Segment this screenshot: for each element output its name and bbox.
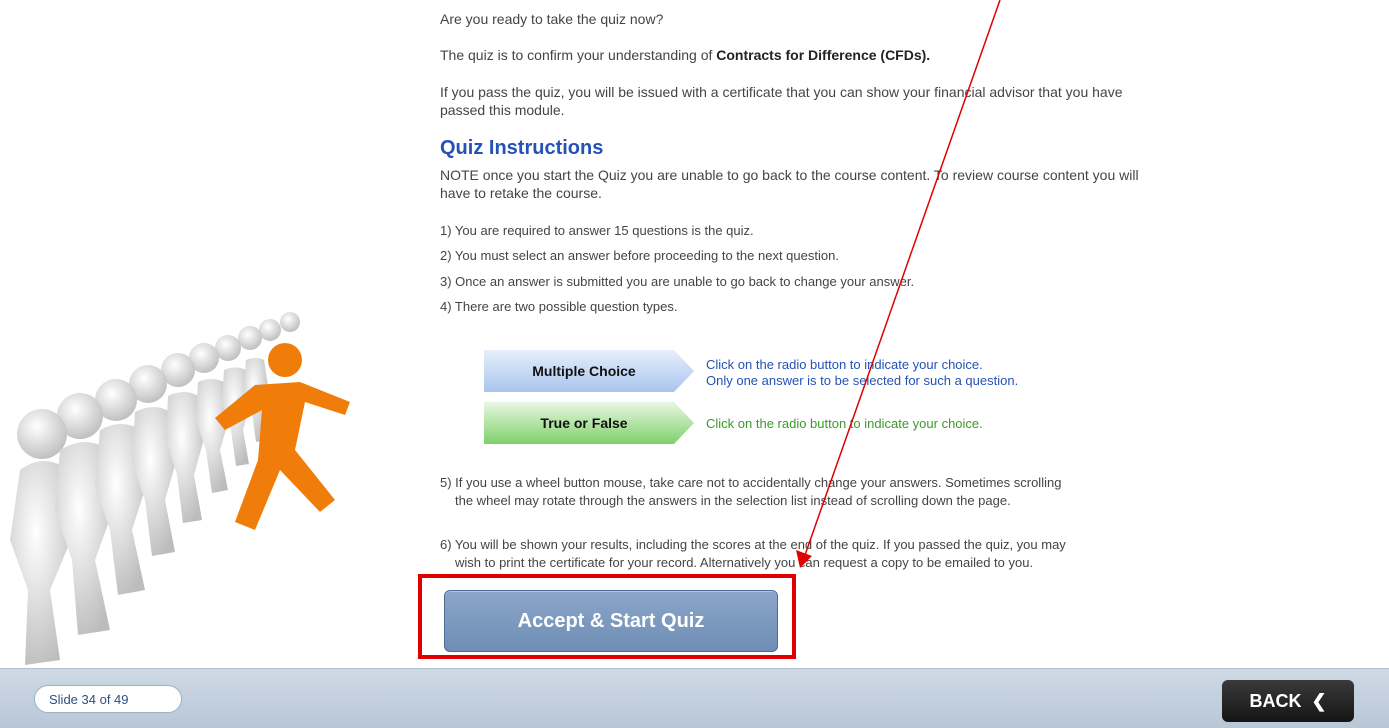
- rule-3: 3) Once an answer is submitted you are u…: [440, 274, 915, 289]
- intro-certificate-line2: passed this module.: [440, 102, 565, 118]
- back-button[interactable]: BACK ❮: [1222, 680, 1354, 722]
- intro-question: Are you ready to take the quiz now?: [440, 11, 664, 27]
- rule-5-line1: 5) If you use a wheel button mouse, take…: [440, 475, 1062, 490]
- back-label: BACK: [1249, 690, 1302, 711]
- true-false-tag: True or False: [484, 402, 694, 444]
- multiple-choice-tag: Multiple Choice: [484, 350, 694, 392]
- slide-counter: Slide 34 of 49: [34, 685, 182, 713]
- rule-1: 1) You are required to answer 15 questio…: [440, 223, 754, 238]
- rule-2: 2) You must select an answer before proc…: [440, 248, 839, 263]
- rule-4: 4) There are two possible question types…: [440, 299, 678, 314]
- note-line2: have to retake the course.: [440, 185, 602, 201]
- multiple-choice-desc: Click on the radio button to indicate yo…: [706, 357, 1019, 388]
- intro-certificate-line1: If you pass the quiz, you will be issued…: [440, 84, 1123, 100]
- rule-5-line2: the wheel may rotate through the answers…: [455, 493, 1011, 508]
- rule-6-line1: 6) You will be shown your results, inclu…: [440, 537, 1066, 552]
- true-false-desc: Click on the radio button to indicate yo…: [706, 416, 983, 431]
- footer-bar: Slide 34 of 49 BACK ❮: [0, 668, 1389, 728]
- rule-6-line2: wish to print the certificate for your r…: [455, 555, 1034, 570]
- highlight-box: [418, 574, 796, 659]
- intro-purpose: The quiz is to confirm your understandin…: [440, 47, 931, 63]
- multiple-choice-label: Multiple Choice: [532, 363, 636, 379]
- course-name: Contracts for Difference (CFDs).: [716, 47, 931, 63]
- true-false-label: True or False: [540, 415, 628, 431]
- chevron-left-icon: ❮: [1311, 690, 1327, 711]
- note-line1: NOTE once you start the Quiz you are una…: [440, 167, 1139, 183]
- quiz-instructions-heading: Quiz Instructions: [440, 137, 604, 159]
- runners-illustration: [10, 312, 350, 665]
